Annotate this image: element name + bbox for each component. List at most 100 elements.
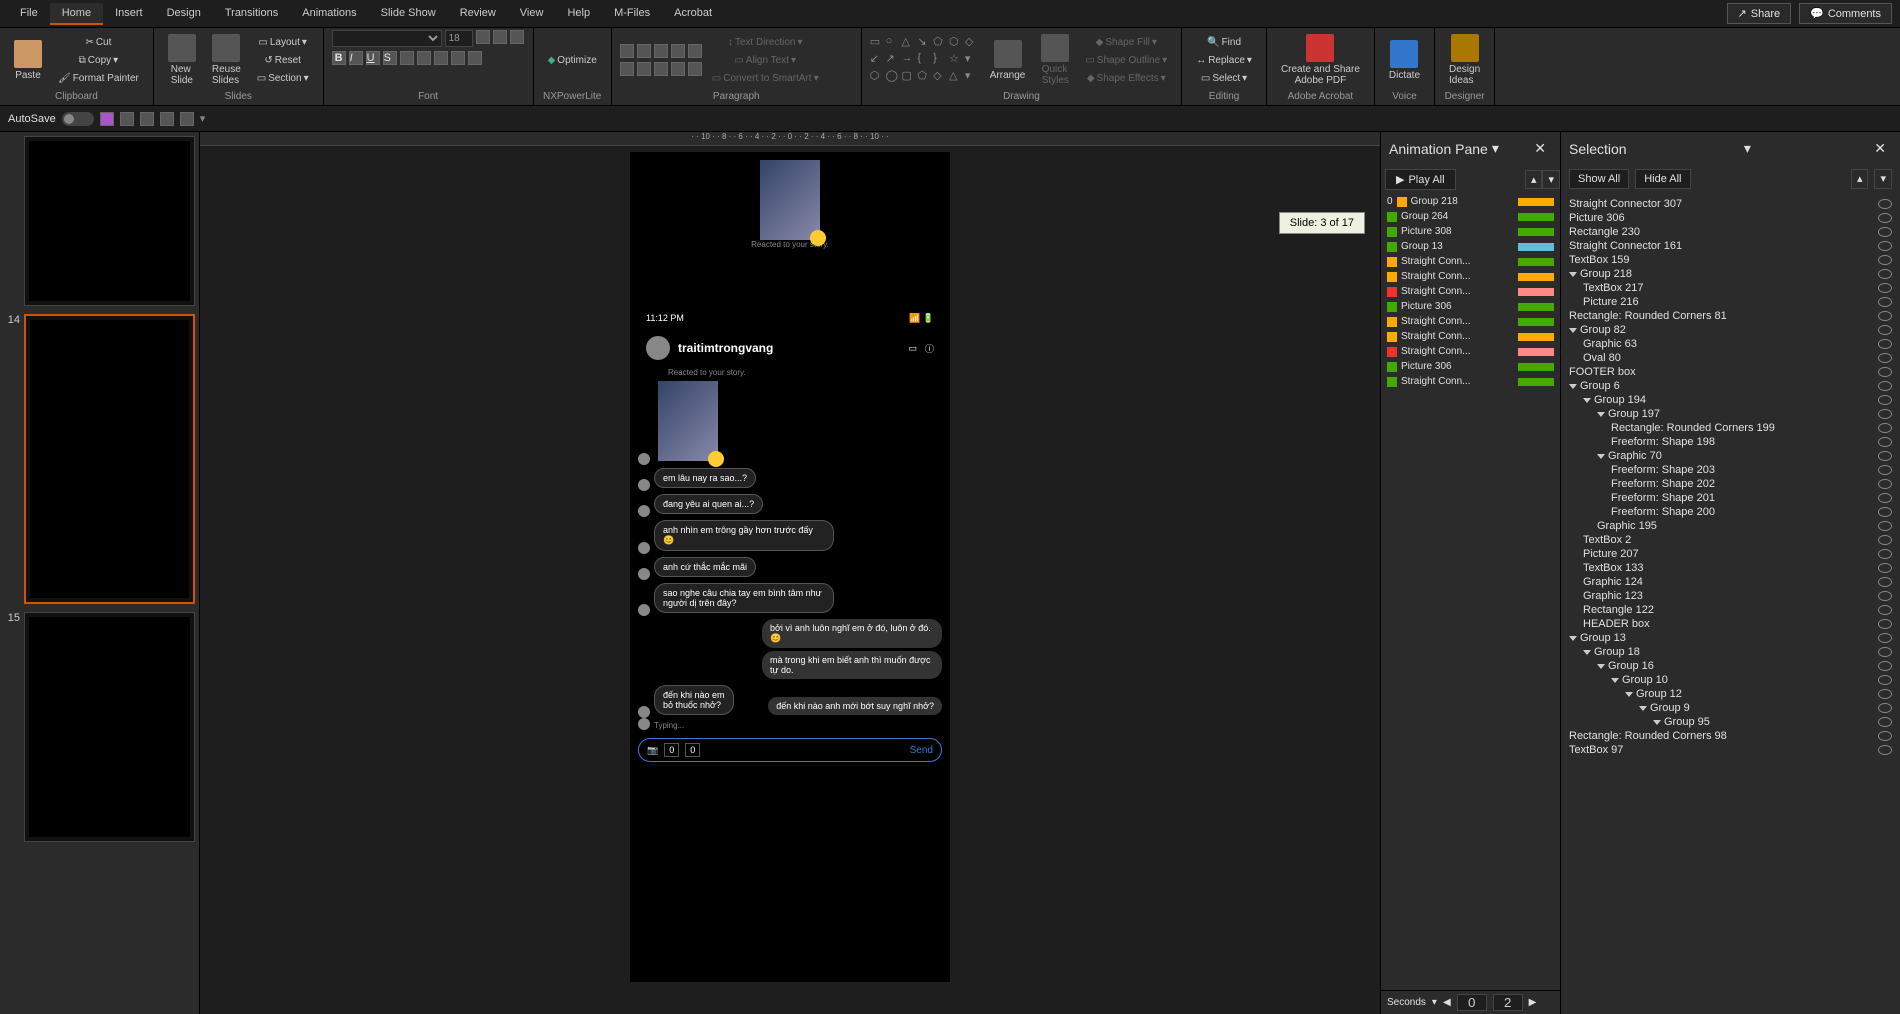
selection-item[interactable]: Freeform: Shape 202	[1569, 477, 1892, 491]
selection-item[interactable]: Picture 306	[1569, 211, 1892, 225]
visibility-icon[interactable]	[1878, 381, 1892, 391]
animation-item[interactable]: Straight Conn...	[1381, 314, 1560, 329]
expand-icon[interactable]	[1639, 706, 1647, 711]
visibility-icon[interactable]	[1878, 227, 1892, 237]
selection-item[interactable]: Straight Connector 161	[1569, 239, 1892, 253]
show-all-button[interactable]: Show All	[1569, 169, 1629, 189]
selection-item[interactable]: Freeform: Shape 198	[1569, 435, 1892, 449]
move-down-icon[interactable]: ▾	[1874, 169, 1892, 189]
move-up-icon[interactable]: ▴	[1851, 169, 1869, 189]
scroll-right-icon[interactable]: ▶	[1529, 997, 1537, 1008]
selection-item[interactable]: Group 197	[1569, 407, 1892, 421]
reuse-slides-button[interactable]: Reuse Slides	[206, 31, 247, 89]
visibility-icon[interactable]	[1878, 689, 1892, 699]
animation-item[interactable]: Picture 306	[1381, 359, 1560, 374]
shape-outline-button[interactable]: ▭ Shape Outline ▾	[1079, 52, 1173, 69]
menu-help[interactable]: Help	[555, 3, 602, 25]
arrange-button[interactable]: Arrange	[984, 37, 1032, 84]
layout-button[interactable]: ▭ Layout ▾	[251, 34, 315, 51]
selection-item[interactable]: Group 218	[1569, 267, 1892, 281]
selection-item[interactable]: Freeform: Shape 203	[1569, 463, 1892, 477]
expand-icon[interactable]	[1653, 720, 1661, 725]
visibility-icon[interactable]	[1878, 395, 1892, 405]
animation-item[interactable]: Group 264	[1381, 209, 1560, 224]
visibility-icon[interactable]	[1878, 577, 1892, 587]
clear-format-icon[interactable]	[510, 30, 524, 44]
indent-inc-icon[interactable]	[671, 44, 685, 58]
selection-item[interactable]: HEADER box	[1569, 617, 1892, 631]
selection-item[interactable]: Group 9	[1569, 701, 1892, 715]
selection-item[interactable]: Graphic 124	[1569, 575, 1892, 589]
select-button[interactable]: ▭ Select ▾	[1190, 70, 1258, 87]
move-up-icon[interactable]: ▴	[1525, 170, 1543, 189]
expand-icon[interactable]	[1569, 328, 1577, 333]
smartart-button[interactable]: ▭ Convert to SmartArt ▾	[706, 70, 825, 87]
scroll-left-icon[interactable]: ◀	[1443, 997, 1451, 1008]
slide-canvas[interactable]: Reacted to your story. 11:12 PM 📶 🔋 trai…	[630, 152, 950, 982]
animation-item[interactable]: Straight Conn...	[1381, 344, 1560, 359]
selection-item[interactable]: Rectangle: Rounded Corners 98	[1569, 729, 1892, 743]
selection-item[interactable]: FOOTER box	[1569, 365, 1892, 379]
selection-item[interactable]: Oval 80	[1569, 351, 1892, 365]
adobe-pdf-button[interactable]: Create and Share Adobe PDF	[1275, 31, 1366, 89]
visibility-icon[interactable]	[1878, 619, 1892, 629]
play-all-button[interactable]: ▶ Play All	[1385, 169, 1456, 190]
expand-icon[interactable]	[1597, 412, 1605, 417]
visibility-icon[interactable]	[1878, 213, 1892, 223]
italic-icon[interactable]: I	[349, 51, 363, 65]
animation-item[interactable]: Group 13	[1381, 239, 1560, 254]
selection-item[interactable]: Group 12	[1569, 687, 1892, 701]
expand-icon[interactable]	[1597, 454, 1605, 459]
visibility-icon[interactable]	[1878, 325, 1892, 335]
close-icon[interactable]: ✕	[1868, 138, 1892, 159]
decrease-font-icon[interactable]	[493, 30, 507, 44]
format-painter-button[interactable]: 🖌 Format Painter	[52, 70, 145, 87]
font-size-input[interactable]	[445, 30, 473, 47]
visibility-icon[interactable]	[1878, 283, 1892, 293]
selection-item[interactable]: Rectangle: Rounded Corners 199	[1569, 421, 1892, 435]
char-spacing-icon[interactable]	[417, 51, 431, 65]
autosave-toggle[interactable]	[62, 112, 94, 126]
paste-button[interactable]: Paste	[8, 37, 48, 84]
selection-item[interactable]: Graphic 195	[1569, 519, 1892, 533]
visibility-icon[interactable]	[1878, 633, 1892, 643]
bullets-icon[interactable]	[620, 44, 634, 58]
expand-icon[interactable]	[1625, 692, 1633, 697]
qat-icon[interactable]	[160, 112, 174, 126]
selection-item[interactable]: Group 95	[1569, 715, 1892, 729]
send-button[interactable]: Send	[910, 745, 933, 756]
visibility-icon[interactable]	[1878, 465, 1892, 475]
text-direction-button[interactable]: ↕ Text Direction ▾	[706, 34, 825, 51]
shadow-icon[interactable]	[400, 51, 414, 65]
move-down-icon[interactable]: ▾	[1542, 170, 1560, 189]
visibility-icon[interactable]	[1878, 507, 1892, 517]
columns-icon[interactable]	[688, 62, 702, 76]
visibility-icon[interactable]	[1878, 339, 1892, 349]
save-icon[interactable]	[100, 112, 114, 126]
hide-all-button[interactable]: Hide All	[1635, 169, 1690, 189]
find-button[interactable]: 🔍 Find	[1190, 34, 1258, 51]
selection-item[interactable]: Graphic 63	[1569, 337, 1892, 351]
slide-editor[interactable]: · · 10 · · 8 · · 6 · · 4 · · 2 · · 0 · ·…	[200, 132, 1380, 1014]
align-center-icon[interactable]	[637, 62, 651, 76]
camera-icon[interactable]: 📷	[647, 745, 658, 756]
menu-insert[interactable]: Insert	[103, 3, 155, 25]
visibility-icon[interactable]	[1878, 423, 1892, 433]
expand-icon[interactable]	[1569, 384, 1577, 389]
selection-item[interactable]: Rectangle 122	[1569, 603, 1892, 617]
selection-item[interactable]: Group 194	[1569, 393, 1892, 407]
share-button[interactable]: ↗ Share	[1727, 3, 1792, 24]
selection-item[interactable]: Group 16	[1569, 659, 1892, 673]
visibility-icon[interactable]	[1878, 549, 1892, 559]
indent-dec-icon[interactable]	[654, 44, 668, 58]
underline-icon[interactable]: U	[366, 51, 380, 65]
visibility-icon[interactable]	[1878, 367, 1892, 377]
expand-icon[interactable]	[1583, 398, 1591, 403]
visibility-icon[interactable]	[1878, 479, 1892, 489]
menu-home[interactable]: Home	[50, 3, 103, 25]
font-family-select[interactable]	[332, 30, 442, 47]
selection-item[interactable]: TextBox 217	[1569, 281, 1892, 295]
menu-transitions[interactable]: Transitions	[213, 3, 290, 25]
menu-design[interactable]: Design	[155, 3, 213, 25]
visibility-icon[interactable]	[1878, 647, 1892, 657]
